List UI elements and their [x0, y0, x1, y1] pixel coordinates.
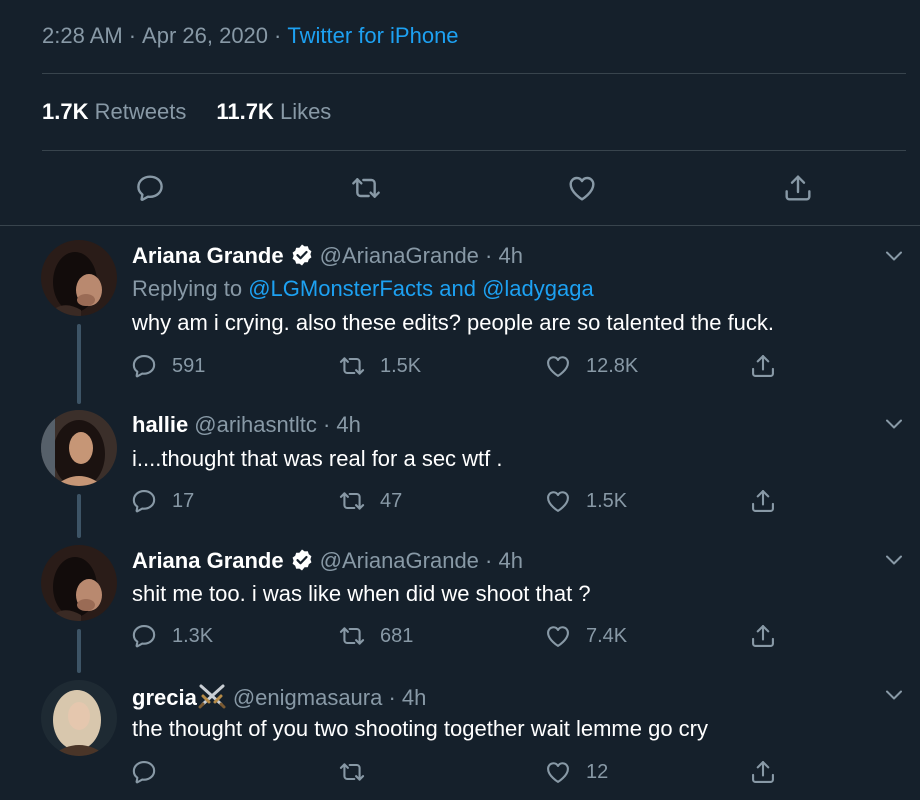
display-name[interactable]: hallie	[132, 412, 188, 437]
like-button[interactable]: 7.4K	[544, 619, 627, 653]
like-icon	[544, 352, 572, 380]
likes-stat[interactable]: 11.7K Likes	[216, 99, 331, 124]
display-name[interactable]: Ariana Grande	[132, 243, 284, 268]
like-count: 12	[586, 760, 609, 783]
retweet-button[interactable]: 47	[338, 484, 402, 518]
divider	[0, 225, 920, 226]
like-icon	[544, 758, 572, 786]
reply-button[interactable]: 1.3K	[130, 619, 213, 653]
reply-time: · 4h	[322, 412, 361, 437]
verified-badge-icon	[290, 243, 314, 267]
reply-button[interactable]: 17	[130, 484, 194, 518]
reply-text: why am i crying. also these edits? peopl…	[132, 310, 775, 335]
avatar[interactable]	[41, 680, 117, 756]
chevron-down-icon[interactable]	[882, 548, 906, 572]
user-handle[interactable]: @enigmasaura	[233, 685, 383, 710]
avatar[interactable]	[41, 410, 117, 486]
reply-icon	[130, 758, 158, 786]
reply-count: 1.3K	[172, 624, 214, 647]
retweet-button[interactable]	[346, 168, 386, 208]
display-name[interactable]: Ariana Grande	[132, 548, 284, 573]
like-icon	[544, 487, 572, 515]
crossed-swords-icon	[198, 684, 226, 709]
share-icon	[749, 758, 777, 786]
like-button[interactable]: 1.5K	[544, 484, 627, 518]
user-handle[interactable]: @ArianaGrande	[320, 548, 479, 573]
share-button[interactable]	[749, 755, 777, 789]
share-icon	[782, 172, 814, 204]
reply-time: · 4h	[485, 243, 523, 268]
like-count: 1.5K	[586, 489, 628, 512]
reply-action-bar: 1.3K 681 7.4K	[0, 619, 920, 653]
chevron-down-icon[interactable]	[882, 683, 906, 707]
reply-icon	[130, 352, 158, 380]
tweet-source-link[interactable]: Twitter for iPhone	[287, 23, 458, 48]
divider	[42, 150, 906, 151]
like-count: 7.4K	[586, 624, 628, 647]
reply-count: 591	[172, 354, 206, 377]
reply-header: hallie @arihasntltc · 4h	[132, 412, 361, 438]
retweet-icon	[350, 172, 382, 204]
share-icon	[749, 622, 777, 650]
user-handle[interactable]: @ArianaGrande	[320, 243, 479, 268]
replying-to: Replying to @LGMonsterFacts and @ladygag…	[132, 276, 594, 301]
verified-badge-icon	[290, 548, 314, 572]
like-button[interactable]: 12.8K	[544, 349, 638, 383]
reply-action-bar: 591 1.5K 12.8K	[0, 349, 920, 383]
retweet-icon	[338, 622, 366, 650]
retweet-icon	[338, 758, 366, 786]
share-button[interactable]	[749, 349, 777, 383]
share-button[interactable]	[749, 484, 777, 518]
chevron-down-icon[interactable]	[882, 244, 906, 268]
reply-action-bar: 17 47 1.5K	[0, 484, 920, 518]
reply-time: · 4h	[388, 685, 427, 710]
reply-header: grecia @enigmasaura · 4h	[132, 683, 426, 711]
reply-text: shit me too. i was like when did we shoo…	[132, 581, 591, 606]
avatar[interactable]	[41, 545, 117, 621]
reply-button[interactable]	[130, 168, 170, 208]
tweet-meta: 2:28 AM · Apr 26, 2020 · Twitter for iPhone	[42, 23, 459, 48]
tweet-time: 2:28 AM	[42, 23, 123, 48]
like-button[interactable]: 12	[544, 755, 608, 789]
retweet-count: 681	[380, 624, 414, 647]
retweet-count: 47	[380, 489, 403, 512]
replying-to-link[interactable]: @LGMonsterFacts and @ladygaga	[248, 276, 594, 301]
share-button[interactable]	[749, 619, 777, 653]
retweet-button[interactable]: 1.5K	[338, 349, 421, 383]
tweet-date: Apr 26, 2020	[142, 23, 269, 48]
like-count: 12.8K	[586, 354, 639, 377]
divider	[42, 73, 906, 74]
reply-button[interactable]: 591	[130, 349, 205, 383]
like-button[interactable]	[562, 168, 602, 208]
tweet-action-bar	[0, 168, 920, 208]
retweet-button[interactable]: 681	[338, 619, 413, 653]
retweets-stat[interactable]: 1.7K Retweets	[42, 99, 186, 124]
retweet-icon	[338, 487, 366, 515]
reply-button[interactable]	[130, 755, 172, 789]
share-button[interactable]	[778, 168, 818, 208]
avatar[interactable]	[41, 240, 117, 316]
reply-icon	[134, 172, 166, 204]
reply-text: i....thought that was real for a sec wtf…	[132, 446, 503, 471]
like-icon	[566, 172, 598, 204]
display-name[interactable]: grecia	[132, 685, 197, 710]
reply-count: 17	[172, 489, 195, 512]
reply-text: the thought of you two shooting together…	[132, 716, 708, 741]
user-handle[interactable]: @arihasntltc	[194, 412, 317, 437]
retweet-icon	[338, 352, 366, 380]
share-icon	[749, 352, 777, 380]
reply-time: · 4h	[485, 548, 523, 573]
reply-header: Ariana Grande @ArianaGrande · 4h	[132, 548, 523, 574]
reply-icon	[130, 622, 158, 650]
reply-action-bar: 12	[0, 755, 920, 789]
reply-header: Ariana Grande @ArianaGrande · 4h	[132, 243, 523, 269]
tweet-stats: 1.7K Retweets 11.7K Likes	[42, 99, 331, 125]
chevron-down-icon[interactable]	[882, 412, 906, 436]
retweet-button[interactable]	[338, 755, 380, 789]
reply-icon	[130, 487, 158, 515]
retweet-count: 1.5K	[380, 354, 422, 377]
like-icon	[544, 622, 572, 650]
share-icon	[749, 487, 777, 515]
